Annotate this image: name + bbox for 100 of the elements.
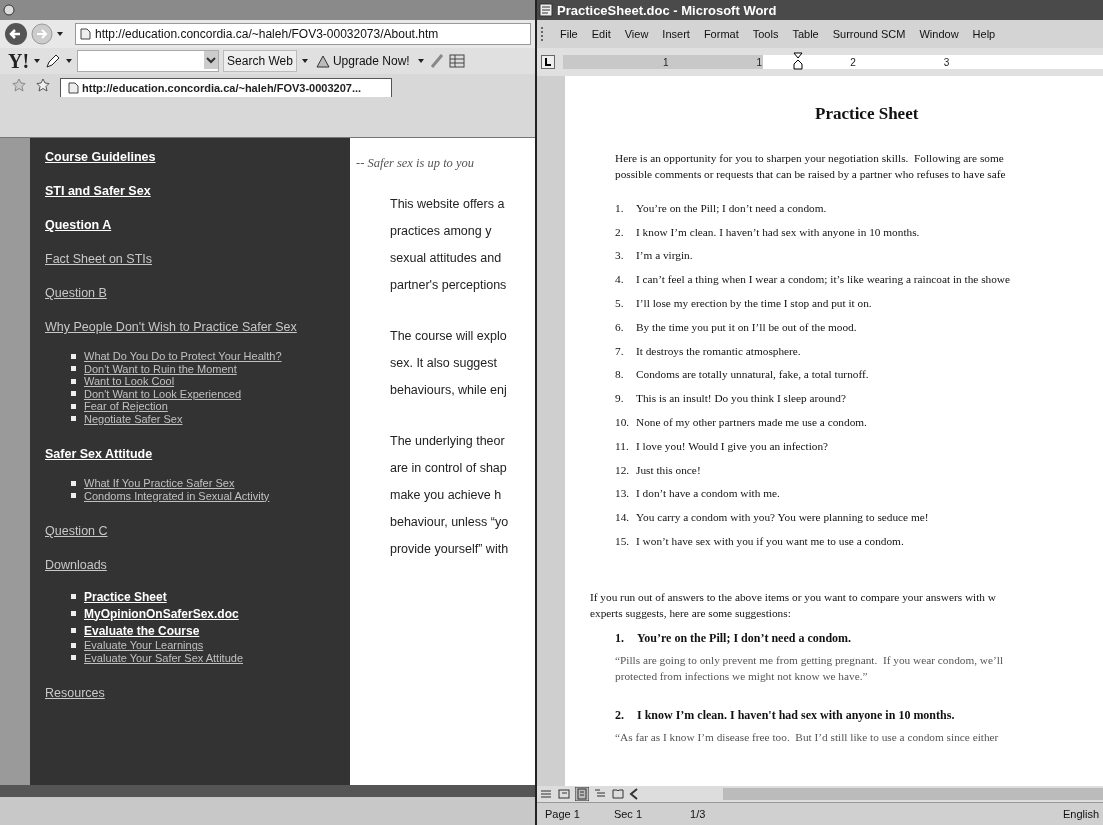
sidebar-link[interactable]: Don't Want to Ruin the Moment xyxy=(84,362,237,375)
grip-handle[interactable] xyxy=(541,27,546,41)
sidebar-link[interactable]: What Do You Do to Protect Your Health? xyxy=(84,350,282,363)
list-number: 10. xyxy=(615,416,631,429)
list-number: 11. xyxy=(615,439,630,452)
bullet-icon xyxy=(71,642,76,648)
sidebar-link[interactable]: What If You Practice Safer Sex xyxy=(84,477,235,490)
list-item-text: Just this once! xyxy=(636,463,701,476)
web-view-icon[interactable] xyxy=(557,787,571,801)
browser-tab[interactable]: http://education.concordia.ca/~haleh/FOV3-0003207... xyxy=(60,78,393,97)
sidebar-link[interactable]: Don't Want to Look Experienced xyxy=(84,387,241,400)
page-icon[interactable] xyxy=(79,28,91,40)
menu-item[interactable]: Surround SCM xyxy=(832,28,906,40)
list-number: 2. xyxy=(615,225,625,238)
sidebar-link[interactable]: Condoms Integrated in Sexual Activity xyxy=(84,489,270,502)
search-web-button[interactable]: Search Web xyxy=(223,50,297,72)
sidebar-link[interactable]: Practice Sheet xyxy=(84,589,167,604)
sidebar-link[interactable]: Negotiate Safer Sex xyxy=(84,412,183,425)
sidebar-link[interactable]: Why People Don't Wish to Practice Safer Sex xyxy=(45,320,297,334)
sidebar-link[interactable]: Evaluate the Course xyxy=(84,623,200,638)
list-number: 14. xyxy=(615,511,631,524)
reading-view-icon[interactable] xyxy=(611,787,625,801)
sidebar-link[interactable]: Resources xyxy=(45,686,105,700)
quote-text: “As far as I know I’m disease free too. But I’d still like to use a condom since either xyxy=(615,729,999,745)
list-item-text: I know I’m clean. I haven’t had sex with anyone in 10 months. xyxy=(636,225,920,238)
sidebar-link[interactable]: Safer Sex Attitude xyxy=(45,447,153,461)
browser-icon[interactable] xyxy=(3,4,15,16)
menu-item[interactable]: View xyxy=(624,28,649,40)
menu-item[interactable]: Help xyxy=(972,28,996,40)
sidebar-link[interactable]: Course Guidelines xyxy=(45,150,156,164)
menu-item[interactable]: Edit xyxy=(591,28,611,40)
list-number: 6. xyxy=(615,320,625,333)
caret-icon[interactable] xyxy=(300,57,309,65)
print-view-icon[interactable] xyxy=(575,787,589,801)
sidebar-link[interactable]: Downloads xyxy=(45,558,107,572)
search-field[interactable] xyxy=(77,50,220,72)
document-title: Practice Sheet xyxy=(815,104,919,124)
tab-selector-icon[interactable] xyxy=(541,55,555,69)
bullet-icon xyxy=(71,628,76,633)
paragraph: The underlying theor are in control of shap make you achieve h behaviour, unless “yo provide yourself” with xyxy=(390,433,509,558)
paragraph: If you run out of answers to the above items or you want to compare your answers with w experts suggests, here are some suggestions: xyxy=(590,589,996,621)
quote-text: “Pills are going to only prevent me from getting pregnant. If you wear condom, we’ll protected from infections we might not know we have.” xyxy=(615,652,1004,684)
status-text: English xyxy=(1062,808,1099,820)
status-text: Page 1 xyxy=(545,808,580,820)
list-number: 1. xyxy=(615,630,625,646)
warning-icon[interactable] xyxy=(315,54,330,68)
list-number: 3. xyxy=(615,249,625,262)
document-icon[interactable] xyxy=(539,3,553,17)
menu-item[interactable]: Table xyxy=(792,28,819,40)
list-number: 5. xyxy=(615,297,625,310)
menu-item[interactable]: Window xyxy=(919,28,959,40)
sidebar-link[interactable]: STI and Safer Sex xyxy=(45,184,151,198)
list-item-text: Condoms are totally unnatural, fake, a total turnoff. xyxy=(636,368,869,381)
normal-view-icon[interactable] xyxy=(539,787,553,801)
list-number: 13. xyxy=(615,487,631,500)
favorites-star-icon[interactable] xyxy=(12,78,26,92)
caret-icon[interactable] xyxy=(33,57,42,65)
toolbar-logo[interactable]: Y! xyxy=(8,49,30,73)
menu-item[interactable]: Format xyxy=(703,28,739,40)
back-button[interactable] xyxy=(4,22,28,46)
caret-icon[interactable] xyxy=(416,57,425,65)
page-icon[interactable] xyxy=(67,82,79,94)
bullet-icon xyxy=(71,594,76,599)
horizontal-ruler[interactable]: 1 1 2 3 xyxy=(563,55,1103,69)
dropdown-icon[interactable] xyxy=(204,51,219,69)
address-field[interactable]: http://education.concordia.ca/~haleh/FOV3-00032073/About.htm xyxy=(75,23,531,45)
list-number: 12. xyxy=(615,463,631,476)
upgrade-button[interactable]: Upgrade Now! xyxy=(312,50,413,72)
bullet-icon xyxy=(71,378,76,384)
sidebar-link[interactable]: Question C xyxy=(45,524,108,538)
sidebar-link[interactable]: Fear of Rejection xyxy=(84,400,168,413)
scrollbar[interactable] xyxy=(723,788,1103,800)
list-item-text: I’m a virgin. xyxy=(636,249,693,262)
sidebar-link[interactable]: Evaluate Your Learnings xyxy=(84,639,204,652)
menu-item[interactable]: Insert xyxy=(662,28,690,40)
sidebar-link[interactable]: Want to Look Cool xyxy=(84,375,175,388)
grid-icon[interactable] xyxy=(448,53,467,69)
ruler-number: 2 xyxy=(850,56,856,68)
add-favorite-icon[interactable] xyxy=(36,78,50,92)
scroll-left-icon[interactable] xyxy=(629,788,639,800)
caret-icon[interactable] xyxy=(56,30,64,38)
sidebar-link[interactable]: Evaluate Your Safer Sex Attitude xyxy=(84,651,243,664)
list-number: 2. xyxy=(615,707,625,723)
list-number: 8. xyxy=(615,368,625,381)
sidebar-link[interactable]: Question A xyxy=(45,218,112,232)
menu-item[interactable]: Tools xyxy=(752,28,779,40)
list-number: 15. xyxy=(615,535,631,548)
sidebar-link[interactable]: Fact Sheet on STIs xyxy=(45,252,152,266)
caret-icon[interactable] xyxy=(65,57,74,65)
indent-marker-icon[interactable] xyxy=(793,52,803,70)
ruler-number: 3 xyxy=(943,56,950,68)
tagline-text: -- Safer sex is up to you xyxy=(356,156,475,171)
menu-item[interactable]: File xyxy=(560,28,578,40)
list-number: 1. xyxy=(615,201,625,214)
pencil-icon[interactable] xyxy=(45,53,62,69)
list-item-text: This is an insult! Do you think I sleep around? xyxy=(636,392,846,405)
bullet-icon xyxy=(71,655,76,661)
sidebar-link[interactable]: MyOpinionOnSaferSex.doc xyxy=(84,606,239,621)
list-item-text: I’ll lose my erection by the time I stop and put it on. xyxy=(636,297,872,310)
sidebar-link[interactable]: Question B xyxy=(45,286,107,300)
